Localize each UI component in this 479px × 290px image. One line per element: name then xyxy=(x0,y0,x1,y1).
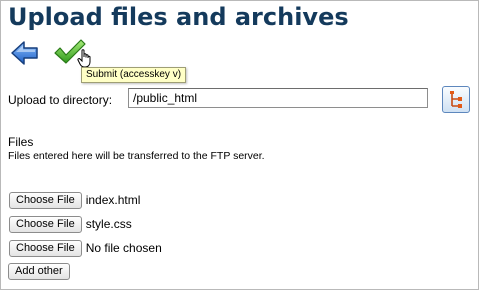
file-row: Choose File No file chosen xyxy=(9,240,162,258)
file-name: style.css xyxy=(85,216,132,231)
files-note: Files entered here will be transferred t… xyxy=(8,150,265,162)
upload-directory-input[interactable] xyxy=(128,88,428,108)
page-title: Upload files and archives xyxy=(8,3,349,31)
upload-directory-label: Upload to directory: xyxy=(8,93,113,107)
file-row: Choose File style.css xyxy=(9,216,132,234)
file-row: Choose File index.html xyxy=(9,192,140,210)
choose-file-button[interactable]: Choose File xyxy=(9,216,82,233)
back-button[interactable] xyxy=(10,40,40,66)
file-name: No file chosen xyxy=(85,240,162,255)
files-heading: Files xyxy=(8,135,34,149)
add-other-button[interactable]: Add other xyxy=(8,263,70,280)
choose-file-button[interactable]: Choose File xyxy=(9,192,82,209)
hand-cursor-icon xyxy=(77,49,93,69)
directory-tree-icon xyxy=(450,91,462,108)
file-name: index.html xyxy=(85,192,141,207)
submit-tooltip: Submit (accesskey v) xyxy=(81,67,187,83)
back-arrow-icon xyxy=(11,41,38,65)
choose-file-button[interactable]: Choose File xyxy=(9,240,82,257)
browse-directory-button[interactable] xyxy=(442,86,470,113)
